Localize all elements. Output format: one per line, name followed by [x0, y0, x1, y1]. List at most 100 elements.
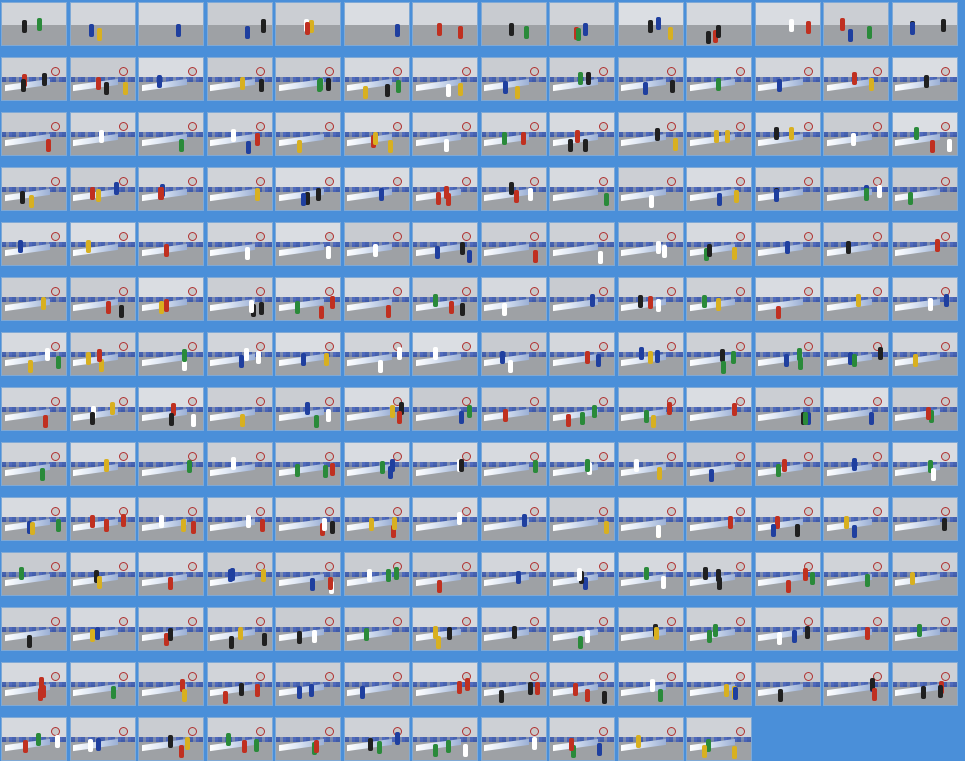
photo-thumbnail[interactable]: [206, 112, 273, 156]
photo-thumbnail[interactable]: [275, 57, 341, 101]
photo-thumbnail[interactable]: [412, 442, 478, 486]
photo-thumbnail[interactable]: [343, 167, 410, 211]
photo-thumbnail[interactable]: [823, 2, 889, 46]
photo-thumbnail[interactable]: [343, 717, 410, 761]
photo-thumbnail[interactable]: [343, 442, 410, 486]
photo-thumbnail[interactable]: [412, 277, 478, 321]
photo-thumbnail[interactable]: [754, 167, 821, 211]
photo-thumbnail[interactable]: [1, 222, 67, 266]
photo-thumbnail[interactable]: [1, 2, 67, 46]
photo-thumbnail[interactable]: [343, 112, 410, 156]
photo-thumbnail[interactable]: [275, 332, 341, 376]
photo-thumbnail[interactable]: [891, 112, 958, 156]
photo-thumbnail[interactable]: [343, 222, 410, 266]
photo-thumbnail[interactable]: [1, 662, 67, 706]
photo-thumbnail[interactable]: [1, 57, 67, 101]
photo-thumbnail[interactable]: [686, 2, 752, 46]
photo-thumbnail[interactable]: [412, 2, 478, 46]
photo-thumbnail[interactable]: [480, 277, 547, 321]
photo-thumbnail[interactable]: [754, 112, 821, 156]
photo-thumbnail[interactable]: [138, 112, 204, 156]
photo-thumbnail[interactable]: [69, 442, 136, 486]
photo-thumbnail[interactable]: [686, 662, 752, 706]
photo-thumbnail[interactable]: [138, 607, 204, 651]
photo-thumbnail[interactable]: [617, 57, 684, 101]
photo-thumbnail[interactable]: [69, 332, 136, 376]
photo-thumbnail[interactable]: [343, 552, 410, 596]
photo-thumbnail[interactable]: [686, 167, 752, 211]
photo-thumbnail[interactable]: [823, 442, 889, 486]
photo-thumbnail[interactable]: [617, 2, 684, 46]
photo-thumbnail[interactable]: [343, 607, 410, 651]
photo-thumbnail[interactable]: [686, 112, 752, 156]
photo-thumbnail[interactable]: [617, 387, 684, 431]
photo-thumbnail[interactable]: [138, 662, 204, 706]
photo-thumbnail[interactable]: [754, 662, 821, 706]
photo-thumbnail[interactable]: [69, 277, 136, 321]
photo-thumbnail[interactable]: [823, 57, 889, 101]
photo-thumbnail[interactable]: [754, 222, 821, 266]
photo-thumbnail[interactable]: [480, 332, 547, 376]
photo-thumbnail[interactable]: [138, 552, 204, 596]
photo-thumbnail[interactable]: [754, 552, 821, 596]
photo-thumbnail[interactable]: [138, 222, 204, 266]
photo-thumbnail[interactable]: [617, 552, 684, 596]
photo-thumbnail[interactable]: [412, 112, 478, 156]
photo-thumbnail[interactable]: [754, 57, 821, 101]
photo-thumbnail[interactable]: [823, 387, 889, 431]
photo-thumbnail[interactable]: [69, 222, 136, 266]
photo-thumbnail[interactable]: [275, 717, 341, 761]
photo-thumbnail[interactable]: [891, 552, 958, 596]
photo-thumbnail[interactable]: [617, 717, 684, 761]
photo-thumbnail[interactable]: [275, 167, 341, 211]
photo-thumbnail[interactable]: [69, 57, 136, 101]
photo-thumbnail[interactable]: [549, 112, 615, 156]
photo-thumbnail[interactable]: [823, 112, 889, 156]
photo-thumbnail[interactable]: [617, 112, 684, 156]
photo-thumbnail[interactable]: [206, 552, 273, 596]
photo-thumbnail[interactable]: [686, 277, 752, 321]
photo-thumbnail[interactable]: [686, 442, 752, 486]
photo-thumbnail[interactable]: [617, 497, 684, 541]
photo-thumbnail[interactable]: [138, 717, 204, 761]
photo-thumbnail[interactable]: [206, 387, 273, 431]
photo-thumbnail[interactable]: [206, 332, 273, 376]
photo-thumbnail[interactable]: [206, 277, 273, 321]
photo-thumbnail[interactable]: [412, 222, 478, 266]
photo-thumbnail[interactable]: [412, 607, 478, 651]
photo-thumbnail[interactable]: [549, 277, 615, 321]
photo-thumbnail[interactable]: [686, 222, 752, 266]
photo-thumbnail[interactable]: [275, 222, 341, 266]
photo-thumbnail[interactable]: [754, 332, 821, 376]
photo-thumbnail[interactable]: [138, 387, 204, 431]
photo-thumbnail[interactable]: [480, 112, 547, 156]
photo-thumbnail[interactable]: [343, 662, 410, 706]
photo-thumbnail[interactable]: [480, 552, 547, 596]
photo-thumbnail[interactable]: [754, 607, 821, 651]
photo-thumbnail[interactable]: [1, 607, 67, 651]
photo-thumbnail[interactable]: [206, 662, 273, 706]
photo-thumbnail[interactable]: [480, 717, 547, 761]
photo-thumbnail[interactable]: [275, 387, 341, 431]
photo-thumbnail[interactable]: [1, 497, 67, 541]
photo-thumbnail[interactable]: [275, 607, 341, 651]
photo-thumbnail[interactable]: [412, 167, 478, 211]
photo-thumbnail[interactable]: [275, 662, 341, 706]
photo-thumbnail[interactable]: [617, 167, 684, 211]
photo-thumbnail[interactable]: [69, 717, 136, 761]
photo-thumbnail[interactable]: [275, 277, 341, 321]
photo-thumbnail[interactable]: [686, 332, 752, 376]
photo-thumbnail[interactable]: [754, 277, 821, 321]
photo-thumbnail[interactable]: [754, 2, 821, 46]
photo-thumbnail[interactable]: [891, 2, 958, 46]
photo-thumbnail[interactable]: [343, 2, 410, 46]
photo-thumbnail[interactable]: [686, 717, 752, 761]
photo-thumbnail[interactable]: [549, 222, 615, 266]
photo-thumbnail[interactable]: [480, 2, 547, 46]
photo-thumbnail[interactable]: [275, 442, 341, 486]
photo-thumbnail[interactable]: [480, 607, 547, 651]
photo-thumbnail[interactable]: [69, 167, 136, 211]
photo-thumbnail[interactable]: [69, 552, 136, 596]
photo-thumbnail[interactable]: [412, 57, 478, 101]
photo-thumbnail[interactable]: [891, 607, 958, 651]
